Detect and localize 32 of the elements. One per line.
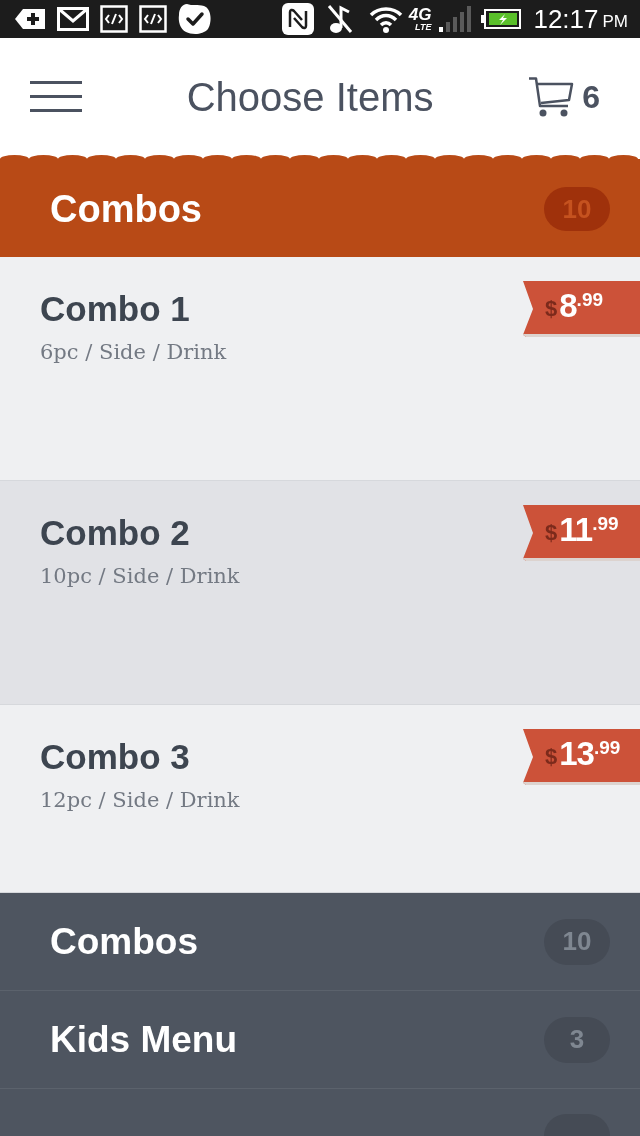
- code-icon: [139, 5, 167, 33]
- cart-button[interactable]: 6: [528, 75, 600, 118]
- cart-icon: [528, 75, 575, 118]
- count-badge: 10: [544, 918, 610, 965]
- network-type-label: 4G: [408, 6, 432, 23]
- item-description: 6pc / Side / Drink: [40, 339, 227, 366]
- battery-icon: [481, 9, 522, 29]
- menu-item-label: Kids Menu: [50, 1021, 238, 1058]
- page-title: Choose Items: [186, 76, 434, 117]
- nfc-icon: [281, 3, 314, 35]
- item-title: Combo 1: [40, 288, 191, 330]
- clock-period: PM: [602, 13, 628, 30]
- menu-icon: [30, 81, 82, 112]
- clock-time: 12:17: [533, 6, 599, 32]
- network-subtype-label: LTE: [415, 23, 432, 32]
- mail-icon: [57, 7, 89, 31]
- wifi-icon: [368, 5, 403, 33]
- code-icon: [100, 5, 128, 33]
- menu-button[interactable]: [30, 80, 82, 113]
- item-description: 10pc / Side / Drink: [40, 563, 240, 590]
- menu-item[interactable]: Kids Menu 3: [0, 991, 640, 1089]
- tag-plus-icon: [14, 8, 46, 30]
- category-title: Combos: [50, 190, 202, 228]
- menu-item[interactable]: Combos 10: [0, 893, 640, 991]
- count-badge: 3: [544, 1016, 610, 1063]
- check-bubble-icon: [178, 3, 212, 35]
- signal-icon: [439, 6, 474, 32]
- muted-music-icon: [326, 4, 353, 34]
- menu-item-label: Combos: [50, 923, 198, 960]
- item-description: 12pc / Side / Drink: [40, 787, 240, 814]
- item-title: Combo 2: [40, 512, 191, 554]
- item-title: Combo 3: [40, 736, 191, 778]
